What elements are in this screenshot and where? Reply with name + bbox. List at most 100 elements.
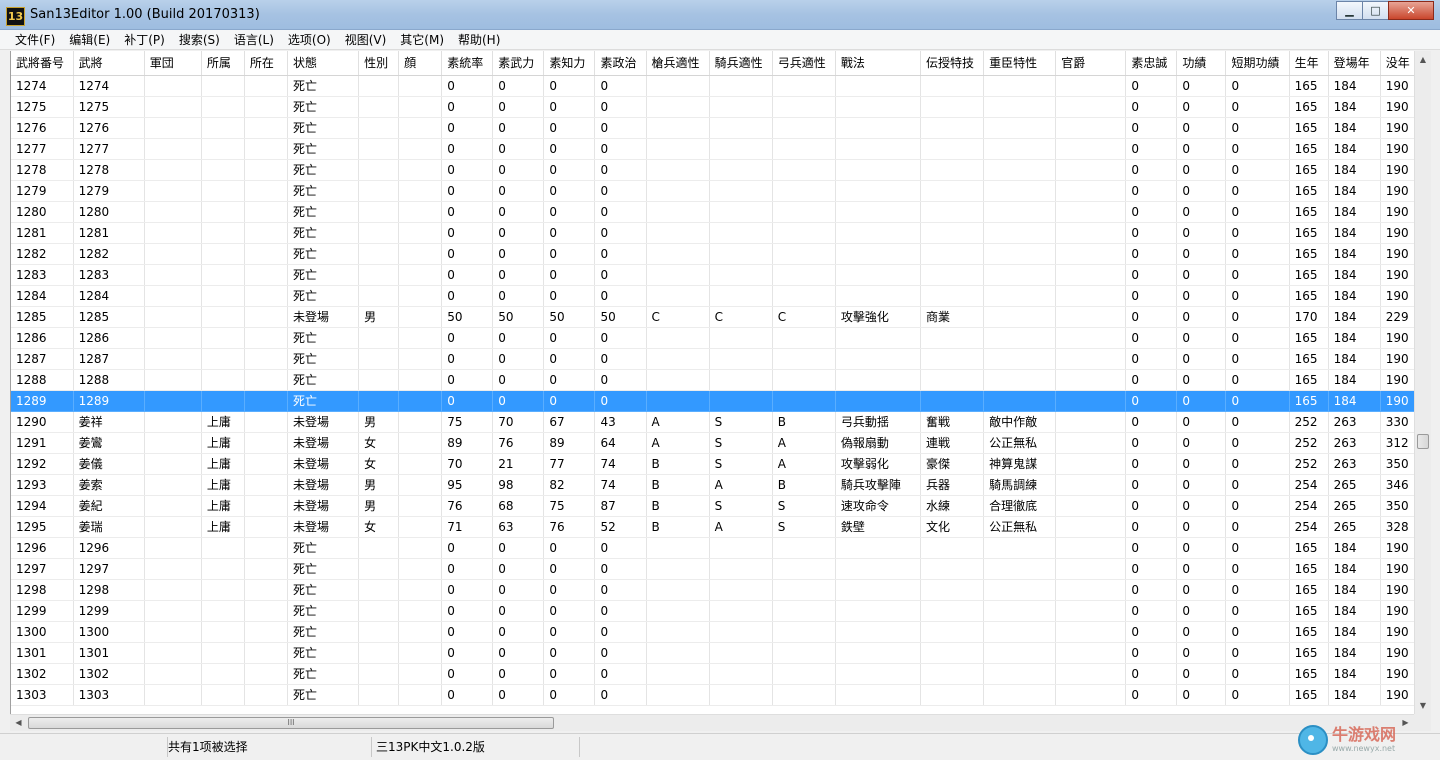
table-cell[interactable] bbox=[646, 579, 710, 601]
table-cell[interactable]: 1275 bbox=[11, 96, 74, 118]
table-cell[interactable]: 190 bbox=[1380, 558, 1415, 580]
table-cell[interactable]: 死亡 bbox=[287, 348, 360, 370]
table-cell[interactable] bbox=[398, 453, 443, 475]
table-cell[interactable]: 死亡 bbox=[287, 201, 360, 223]
table-cell[interactable]: 0 bbox=[1176, 369, 1227, 391]
table-cell[interactable]: 死亡 bbox=[287, 642, 360, 664]
table-cell[interactable]: 70 bbox=[492, 411, 545, 433]
column-header[interactable]: 弓兵適性 bbox=[772, 51, 836, 76]
table-cell[interactable]: 0 bbox=[1125, 495, 1178, 517]
table-cell[interactable]: 89 bbox=[441, 432, 494, 454]
table-cell[interactable]: 0 bbox=[1125, 558, 1178, 580]
table-cell[interactable]: 神算鬼謀 bbox=[983, 453, 1057, 475]
table-cell[interactable] bbox=[646, 642, 710, 664]
menu-options[interactable]: 选项(O) bbox=[281, 30, 338, 50]
table-cell[interactable]: 184 bbox=[1328, 558, 1381, 580]
table-cell[interactable] bbox=[835, 369, 921, 391]
table-cell[interactable] bbox=[920, 600, 985, 622]
table-cell[interactable]: 0 bbox=[1176, 474, 1227, 496]
table-cell[interactable] bbox=[646, 285, 710, 307]
table-cell[interactable] bbox=[398, 117, 443, 139]
table-cell[interactable]: 1294 bbox=[11, 495, 74, 517]
table-cell[interactable] bbox=[398, 369, 443, 391]
table-row[interactable]: 1283 1283 死亡 0 0 0 0 0 0 0 165 184 190 bbox=[11, 264, 1415, 286]
table-cell[interactable]: 165 bbox=[1289, 117, 1329, 139]
table-cell[interactable] bbox=[244, 432, 288, 454]
table-cell[interactable]: 0 bbox=[1225, 327, 1290, 349]
table-cell[interactable] bbox=[1055, 285, 1127, 307]
table-cell[interactable] bbox=[358, 390, 400, 412]
scroll-up-arrow[interactable]: ▲ bbox=[1415, 51, 1431, 68]
column-header[interactable]: 素忠誠 bbox=[1125, 51, 1178, 76]
table-cell[interactable] bbox=[709, 117, 773, 139]
table-cell[interactable]: 165 bbox=[1289, 537, 1329, 559]
table-cell[interactable] bbox=[772, 201, 836, 223]
table-cell[interactable] bbox=[772, 600, 836, 622]
table-cell[interactable]: 190 bbox=[1380, 117, 1415, 139]
table-cell[interactable]: 0 bbox=[1225, 684, 1290, 706]
table-cell[interactable]: 165 bbox=[1289, 663, 1329, 685]
table-cell[interactable]: 0 bbox=[492, 96, 545, 118]
table-cell[interactable]: 0 bbox=[543, 621, 596, 643]
table-cell[interactable] bbox=[646, 201, 710, 223]
table-cell[interactable]: 190 bbox=[1380, 264, 1415, 286]
table-cell[interactable]: 0 bbox=[543, 369, 596, 391]
table-cell[interactable] bbox=[1055, 516, 1127, 538]
table-cell[interactable]: 0 bbox=[492, 285, 545, 307]
table-cell[interactable] bbox=[835, 222, 921, 244]
table-cell[interactable]: 1299 bbox=[11, 600, 74, 622]
table-cell[interactable] bbox=[920, 369, 985, 391]
table-cell[interactable]: 67 bbox=[543, 411, 596, 433]
table-cell[interactable] bbox=[709, 642, 773, 664]
table-cell[interactable]: 1289 bbox=[73, 390, 145, 412]
table-row[interactable]: 1282 1282 死亡 0 0 0 0 0 0 0 165 184 190 bbox=[11, 243, 1415, 265]
table-cell[interactable] bbox=[144, 684, 202, 706]
table-row[interactable]: 1302 1302 死亡 0 0 0 0 0 0 0 165 184 190 bbox=[11, 663, 1415, 685]
table-cell[interactable] bbox=[835, 684, 921, 706]
table-cell[interactable]: 0 bbox=[543, 159, 596, 181]
table-cell[interactable]: 190 bbox=[1380, 348, 1415, 370]
table-cell[interactable]: 0 bbox=[1125, 411, 1178, 433]
table-cell[interactable] bbox=[983, 600, 1057, 622]
table-cell[interactable]: 1274 bbox=[11, 75, 74, 97]
table-cell[interactable]: 1281 bbox=[11, 222, 74, 244]
menu-help[interactable]: 帮助(H) bbox=[451, 30, 507, 50]
table-cell[interactable] bbox=[201, 642, 245, 664]
table-cell[interactable]: 254 bbox=[1289, 474, 1329, 496]
table-cell[interactable] bbox=[835, 117, 921, 139]
table-cell[interactable]: 1302 bbox=[73, 663, 145, 685]
column-header[interactable]: 武將 bbox=[73, 51, 145, 76]
table-cell[interactable] bbox=[201, 348, 245, 370]
table-row[interactable]: 1301 1301 死亡 0 0 0 0 0 0 0 165 184 190 bbox=[11, 642, 1415, 664]
table-cell[interactable] bbox=[772, 159, 836, 181]
table-cell[interactable] bbox=[983, 264, 1057, 286]
table-cell[interactable]: 0 bbox=[441, 684, 494, 706]
table-cell[interactable]: 合理徹底 bbox=[983, 495, 1057, 517]
table-cell[interactable] bbox=[772, 663, 836, 685]
table-cell[interactable]: 攻擊強化 bbox=[835, 306, 921, 328]
table-row[interactable]: 1294 姜紀 上庸 未登場男 76 68 75 87 B S S 速攻命令 水練 合理徹底 0 0 0 254 2… bbox=[11, 495, 1415, 517]
table-cell[interactable] bbox=[983, 663, 1057, 685]
table-cell[interactable]: 184 bbox=[1328, 243, 1381, 265]
table-cell[interactable] bbox=[835, 159, 921, 181]
table-cell[interactable] bbox=[144, 558, 202, 580]
column-header[interactable]: 重臣特性 bbox=[983, 51, 1057, 76]
table-cell[interactable]: 43 bbox=[594, 411, 647, 433]
column-header[interactable]: 没年 bbox=[1380, 51, 1415, 76]
table-cell[interactable] bbox=[920, 579, 985, 601]
table-cell[interactable]: 0 bbox=[543, 180, 596, 202]
table-cell[interactable] bbox=[244, 222, 288, 244]
table-cell[interactable]: 0 bbox=[1125, 327, 1178, 349]
table-cell[interactable]: 死亡 bbox=[287, 264, 360, 286]
table-cell[interactable]: 公正無私 bbox=[983, 432, 1057, 454]
table-row[interactable]: 1278 1278 死亡 0 0 0 0 0 0 0 165 184 190 bbox=[11, 159, 1415, 181]
table-cell[interactable]: 未登場 bbox=[287, 474, 360, 496]
table-cell[interactable] bbox=[646, 159, 710, 181]
table-cell[interactable] bbox=[772, 642, 836, 664]
table-cell[interactable]: 女 bbox=[358, 516, 400, 538]
table-cell[interactable]: 0 bbox=[441, 243, 494, 265]
table-cell[interactable] bbox=[358, 579, 400, 601]
table-cell[interactable]: 165 bbox=[1289, 243, 1329, 265]
table-cell[interactable] bbox=[772, 558, 836, 580]
table-cell[interactable] bbox=[1055, 180, 1127, 202]
